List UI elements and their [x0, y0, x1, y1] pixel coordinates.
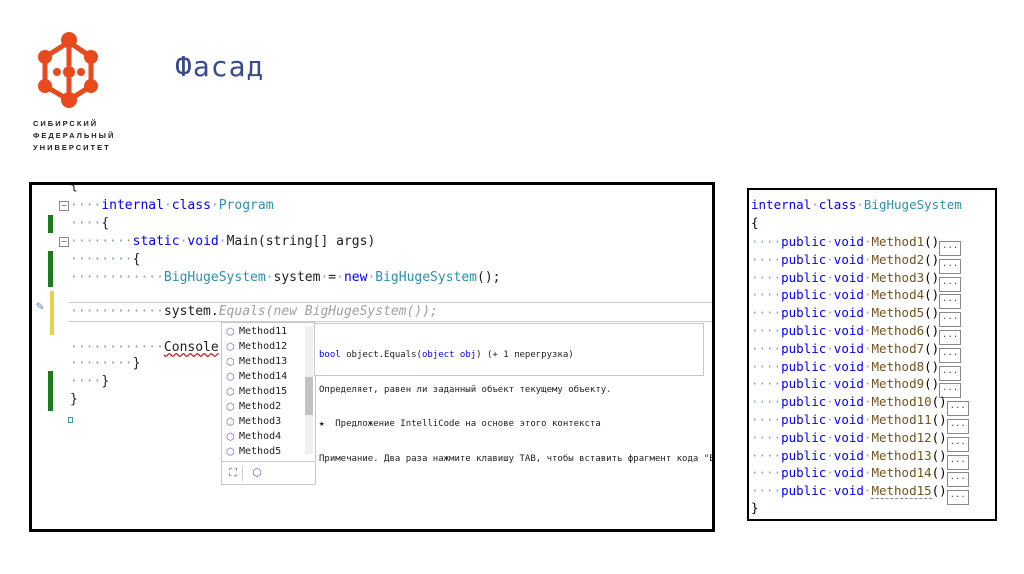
method-icon: ⬡: [226, 417, 235, 428]
method-line: ····public·void·Method12()...: [751, 429, 969, 452]
method-line: ····public·void·Method8()...: [751, 358, 962, 381]
code-line: {: [70, 182, 78, 193]
tooltip-intellicode: ★ Предложение IntelliCode на основе этог…: [319, 419, 601, 429]
method-name: Method2: [871, 251, 925, 267]
autocomplete-item[interactable]: ⬡ Method4: [224, 429, 281, 444]
autocomplete-filter-bar: ⛶ ⬡: [222, 461, 315, 484]
method-line: ····public·void·Method5()...: [751, 304, 962, 328]
method-line: ····public·void·Method2()...: [751, 251, 962, 274]
code-line: ········}: [70, 356, 141, 371]
code-line-current[interactable]: ············system.Equals(new BigHugeSys…: [70, 303, 438, 321]
method-icon: ⬡: [226, 432, 235, 443]
autocomplete-item[interactable]: ⬡ Method14: [224, 369, 287, 384]
method-line: ····public·void·Method7()...: [751, 340, 962, 363]
autocomplete-item[interactable]: ⬡ Method12: [224, 339, 287, 354]
method-line: ····public·void·Method1()...: [751, 233, 962, 256]
method-name: Method3: [871, 269, 925, 285]
slide-title: Фасад: [175, 50, 265, 83]
code-editor-panel[interactable]: − − ✎ { ····internal·class·Program ····{…: [29, 182, 715, 532]
autocomplete-item[interactable]: ⬡ Method11: [224, 324, 287, 339]
tooltip-note: Примечание. Два раза нажмите клавишу TAB…: [319, 453, 715, 464]
autocomplete-item[interactable]: ⬡ Method13: [224, 354, 287, 369]
method-filter-icon[interactable]: ⬡: [248, 465, 266, 481]
collapsed-body-box: ...: [946, 490, 969, 506]
method-name: Method4: [871, 287, 925, 303]
method-name: Method15: [871, 483, 932, 500]
quickinfo-tooltip: bool object.Equals(object obj) (+ 1 пере…: [314, 323, 712, 464]
method-icon: ⬡: [226, 342, 235, 353]
method-icon: ⬡: [226, 447, 235, 458]
code-line: ····{: [70, 216, 110, 231]
method-name: Method7: [871, 340, 925, 356]
method-name: Method6: [871, 323, 925, 338]
change-marker: [48, 251, 53, 287]
autocomplete-list[interactable]: ⬡ Method11 ⬡ Method12 ⬡ Method13 ⬡ Method14 …: [221, 322, 316, 485]
code-line: ········{: [70, 252, 141, 267]
method-line: ····public·void·Method14()...: [751, 464, 969, 488]
expand-filter-icon[interactable]: ⛶: [224, 465, 243, 481]
code-line: ····}: [70, 374, 110, 389]
fold-toggle[interactable]: −: [59, 201, 69, 211]
editor-gutter: − − ✎: [32, 185, 73, 529]
caret-marker-icon: [68, 417, 73, 423]
method-line: ····public·void·Method15()...: [751, 482, 969, 506]
method-name: Method5: [871, 305, 925, 321]
change-marker: [50, 291, 54, 335]
autocomplete-item[interactable]: ⬡ Method3: [224, 414, 281, 429]
method-icon: ⬡: [226, 327, 235, 338]
method-line: ····public·void·Method10()...: [751, 393, 969, 417]
university-line-2: ФЕДЕРАЛЬНЫЙ: [33, 131, 116, 140]
method-name: Method8: [871, 358, 925, 374]
code-line: ········static·void·Main(string[] args): [70, 234, 376, 249]
method-name: Method9: [871, 376, 925, 392]
method-name: Method12: [871, 429, 932, 445]
autocomplete-item[interactable]: ⬡ Method15: [224, 384, 287, 399]
code-line: }: [70, 392, 78, 407]
autocomplete-item[interactable]: ⬡ Method2: [224, 399, 281, 414]
autocomplete-scroll-thumb[interactable]: [305, 377, 313, 415]
method-line: ····public·void·Method13()...: [751, 447, 969, 470]
code-line: ············BigHugeSystem·system·=·new·B…: [70, 270, 501, 285]
tooltip-signature: bool object.Equals(object obj) (+ 1 пере…: [319, 350, 574, 360]
quick-action-icon[interactable]: ✎: [36, 299, 44, 314]
method-line: ····public·void·Method9()...: [751, 375, 962, 399]
university-name: СИБИРСКИЙ ФЕДЕРАЛЬНЫЙ УНИВЕРСИТЕТ: [33, 118, 115, 154]
method-line: ····public·void·Method6()...: [751, 322, 962, 345]
change-marker: [48, 371, 53, 411]
university-line-3: УНИВЕРСИТЕТ: [33, 143, 111, 152]
change-marker: [48, 215, 53, 233]
method-icon: ⬡: [226, 387, 235, 398]
method-name: Method13: [871, 447, 932, 463]
code-line: ····internal·class·Program: [70, 198, 274, 213]
university-line-1: СИБИРСКИЙ: [33, 119, 99, 128]
method-line: ····public·void·Method3()...: [751, 269, 962, 292]
tooltip-description: Определяет, равен ли заданный объект тек…: [319, 384, 612, 395]
class-header: internal·class·BigHugeSystem: [751, 197, 962, 212]
autocomplete-item[interactable]: ⬡ Method5: [224, 444, 281, 459]
method-icon: ⬡: [226, 402, 235, 413]
fold-toggle[interactable]: −: [59, 237, 69, 247]
bighugesystem-code-panel: internal·class·BigHugeSystem { ····publi…: [747, 188, 997, 521]
method-line: ····public·void·Method11()...: [751, 411, 969, 434]
method-name: Method14: [871, 465, 932, 481]
method-name: Method1: [871, 234, 925, 249]
logo-mark-icon: [38, 32, 98, 108]
method-icon: ⬡: [226, 372, 235, 383]
method-line: ····public·void·Method4()...: [751, 286, 962, 310]
open-brace: {: [751, 215, 759, 230]
method-name: Method11: [871, 412, 932, 427]
method-name: Method10: [871, 394, 932, 410]
method-icon: ⬡: [226, 357, 235, 368]
close-brace: }: [751, 500, 759, 515]
